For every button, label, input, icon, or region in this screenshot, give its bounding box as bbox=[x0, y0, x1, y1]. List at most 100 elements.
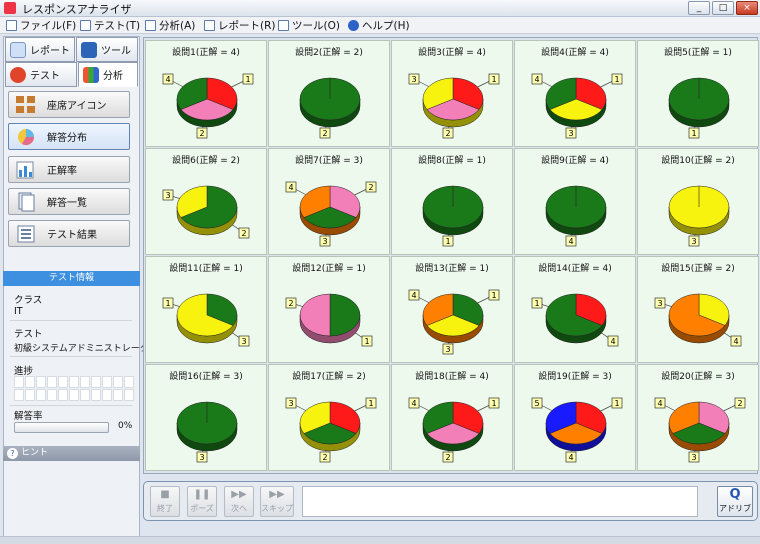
question-cell[interactable]: 設問20(正解 = 3) 4 2 3 bbox=[637, 364, 759, 471]
answer-label: 2 bbox=[368, 183, 373, 192]
progress-cell bbox=[58, 389, 68, 401]
question-cell[interactable]: 設問14(正解 = 4) 1 4 bbox=[514, 256, 636, 363]
answer-label: 1 bbox=[364, 337, 369, 346]
nav-correct-rate[interactable]: 正解率 bbox=[8, 156, 130, 183]
question-cell[interactable]: 設問13(正解 = 1) 4 1 3 bbox=[391, 256, 513, 363]
pie-chart: 4 2 3 bbox=[654, 397, 746, 463]
question-cell[interactable]: 設問12(正解 = 1) 2 1 bbox=[268, 256, 390, 363]
question-cell[interactable]: 設問2(正解 = 2) 2 bbox=[268, 40, 390, 147]
answer-label: 4 bbox=[534, 75, 539, 84]
file-icon bbox=[6, 20, 17, 31]
next-button[interactable]: ▶▶ 次へ bbox=[224, 486, 254, 517]
test-info-header: テスト情報 bbox=[3, 271, 140, 286]
progress-cell bbox=[25, 389, 35, 401]
analysis-icon bbox=[145, 20, 156, 31]
nav-answer-list[interactable]: 解答一覧 bbox=[8, 188, 130, 215]
answer-label: 3 bbox=[657, 299, 662, 308]
answer-label: 3 bbox=[445, 345, 450, 354]
answer-rate-label: 解答率 bbox=[14, 411, 43, 422]
nav-test-results[interactable]: テスト結果 bbox=[8, 220, 130, 247]
nav-answer-distribution[interactable]: 解答分布 bbox=[8, 123, 130, 150]
title-bar: レスポンスアナライザ _ □ × bbox=[0, 0, 760, 17]
progress-label: 進捗 bbox=[14, 366, 34, 377]
menu-analysis[interactable]: 分析(A) bbox=[145, 18, 195, 33]
answer-label: 3 bbox=[411, 75, 416, 84]
pie-chart: 21 bbox=[285, 293, 373, 347]
answer-distribution-grid: 設問1(正解 = 4) 4 1 2 設問2(正解 = 2) 2 設問3(正解 = 4) 3 1 2… bbox=[143, 37, 759, 474]
progress-cell bbox=[91, 389, 101, 401]
answer-label: 2 bbox=[737, 399, 742, 408]
question-cell[interactable]: 設問10(正解 = 2) 3 bbox=[637, 148, 759, 255]
question-cell[interactable]: 設問19(正解 = 3) 5 1 4 bbox=[514, 364, 636, 471]
nav-seat-icons[interactable]: 座席アイコン bbox=[8, 91, 130, 118]
maximize-button[interactable]: □ bbox=[712, 1, 734, 15]
adlib-button[interactable]: Q アドリブ bbox=[717, 486, 753, 517]
answer-label: 2 bbox=[241, 229, 246, 238]
question-cell[interactable]: 設問1(正解 = 4) 4 1 2 bbox=[145, 40, 267, 147]
question-cell[interactable]: 設問17(正解 = 2) 3 1 2 bbox=[268, 364, 390, 471]
answer-label: 3 bbox=[241, 337, 246, 346]
menu-report[interactable]: レポート(R) bbox=[204, 18, 276, 33]
progress-cell bbox=[124, 389, 134, 401]
question-cell[interactable]: 設問9(正解 = 4) 4 bbox=[514, 148, 636, 255]
progress-cell bbox=[91, 376, 101, 388]
pie-chart: 4 1 2 bbox=[408, 397, 500, 463]
close-button[interactable]: × bbox=[736, 1, 758, 15]
help-icon bbox=[348, 20, 359, 31]
skip-button[interactable]: ▶▶ スキップ bbox=[260, 486, 294, 517]
menu-tool[interactable]: ツール(O) bbox=[278, 18, 340, 33]
answer-rate-bar bbox=[14, 422, 109, 433]
question-cell[interactable]: 設問18(正解 = 4) 4 1 2 bbox=[391, 364, 513, 471]
question-cell[interactable]: 設問6(正解 = 2) 3 2 bbox=[145, 148, 267, 255]
report-icon bbox=[204, 20, 215, 31]
menu-file[interactable]: ファイル(F) bbox=[6, 18, 76, 33]
answer-label: 1 bbox=[691, 129, 696, 138]
question-cell[interactable]: 設問8(正解 = 1) 1 bbox=[391, 148, 513, 255]
progress-cell bbox=[47, 389, 57, 401]
pie-chart: 4 bbox=[545, 185, 607, 247]
question-cell[interactable]: 設問7(正解 = 3) 4 2 3 bbox=[268, 148, 390, 255]
menu-test[interactable]: テスト(T) bbox=[80, 18, 140, 33]
answer-label: 3 bbox=[165, 191, 170, 200]
tab-tool[interactable]: ツール bbox=[76, 37, 138, 62]
question-cell[interactable]: 設問4(正解 = 4) 4 1 3 bbox=[514, 40, 636, 147]
tab-analysis[interactable]: 分析 bbox=[78, 62, 138, 87]
minimize-button[interactable]: _ bbox=[688, 1, 710, 15]
report-icon bbox=[10, 41, 26, 58]
answer-label: 2 bbox=[322, 129, 327, 138]
answer-label: 1 bbox=[491, 75, 496, 84]
message-box[interactable] bbox=[302, 486, 698, 517]
answer-label: 4 bbox=[657, 399, 662, 408]
answer-label: 2 bbox=[322, 453, 327, 462]
question-cell[interactable]: 設問3(正解 = 4) 3 1 2 bbox=[391, 40, 513, 147]
answer-label: 3 bbox=[288, 399, 293, 408]
pie-chart: 3 1 2 bbox=[285, 397, 377, 463]
pause-button[interactable]: ❚❚ ポーズ bbox=[187, 486, 217, 517]
test-icon bbox=[80, 20, 91, 31]
question-cell[interactable]: 設問15(正解 = 2) 3 4 bbox=[637, 256, 759, 363]
tab-report[interactable]: レポート bbox=[5, 37, 75, 62]
pie-chart: 3 bbox=[176, 401, 238, 463]
hint-bar[interactable]: ? ヒント bbox=[3, 446, 140, 461]
menu-help[interactable]: ヘルプ(H) bbox=[348, 18, 410, 33]
pie-chart: 4 2 3 bbox=[285, 181, 377, 247]
question-cell[interactable]: 設問11(正解 = 1) 1 3 bbox=[145, 256, 267, 363]
pie-chart: 1 bbox=[668, 77, 730, 139]
question-cell[interactable]: 設問16(正解 = 3) 3 bbox=[145, 364, 267, 471]
answer-label: 2 bbox=[445, 129, 450, 138]
progress-cell bbox=[14, 389, 24, 401]
answer-label: 4 bbox=[568, 453, 573, 462]
menu-bar: ファイル(F) テスト(T) 分析(A) レポート(R) ツール(O) ヘルプ(… bbox=[0, 17, 760, 34]
results-icon bbox=[17, 225, 35, 242]
pie-chart: 32 bbox=[162, 185, 250, 239]
answer-label: 4 bbox=[165, 75, 170, 84]
answer-label: 1 bbox=[534, 299, 539, 308]
answer-label: 4 bbox=[288, 183, 293, 192]
pie-chart: 3 bbox=[668, 185, 730, 247]
tab-test[interactable]: テスト bbox=[5, 62, 77, 87]
pie-chart: 1 bbox=[422, 185, 484, 247]
pie-chart: 13 bbox=[162, 293, 250, 347]
end-button[interactable]: ■ 終了 bbox=[150, 486, 180, 517]
progress-cell bbox=[14, 376, 24, 388]
question-cell[interactable]: 設問5(正解 = 1) 1 bbox=[637, 40, 759, 147]
